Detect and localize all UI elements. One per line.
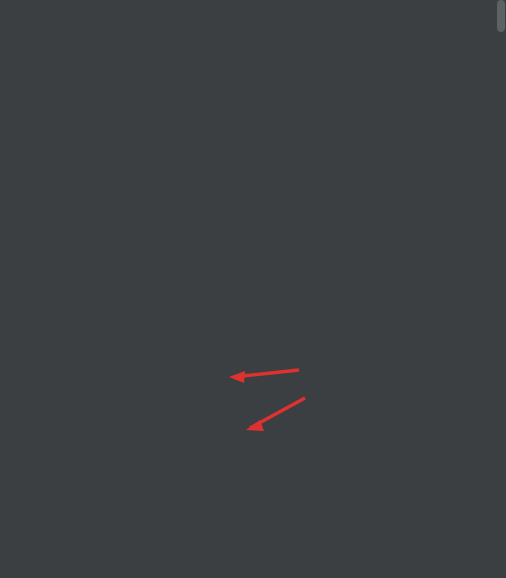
vertical-scrollbar[interactable] — [496, 0, 506, 578]
scrollbar-thumb[interactable] — [497, 0, 505, 32]
project-tree[interactable] — [0, 0, 506, 578]
watermark-text — [494, 552, 500, 554]
